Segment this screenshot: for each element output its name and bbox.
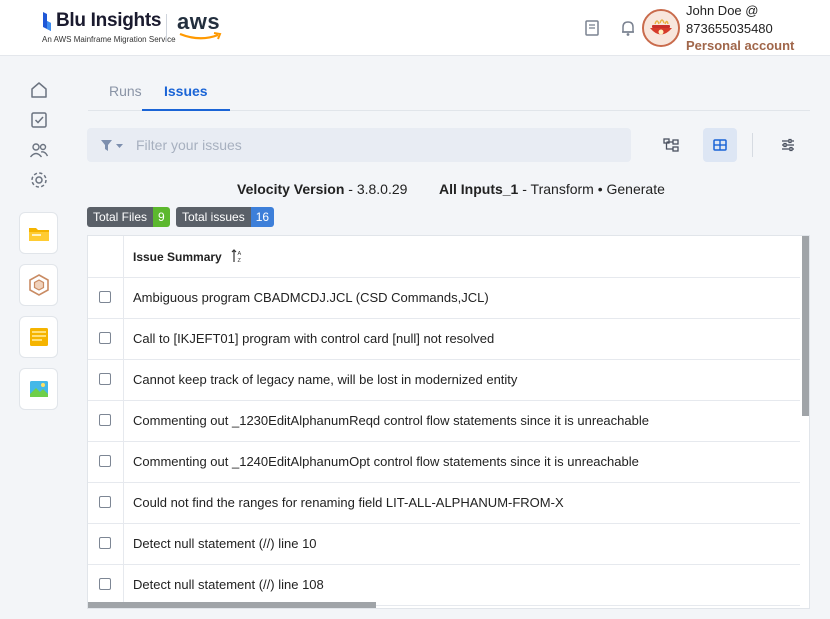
- velocity-value: - 3.8.0.29: [344, 181, 408, 197]
- transform-app-icon: [29, 274, 49, 296]
- row-checkbox[interactable]: [99, 332, 111, 344]
- horizontal-scrollbar[interactable]: [88, 602, 376, 608]
- table-row[interactable]: Ambiguous program CBADMCDJ.JCL (CSD Comm…: [88, 277, 800, 319]
- issues-table: Issue Summary A Z Ambiguous program CBAD…: [87, 235, 810, 609]
- table-view-button[interactable]: [703, 128, 737, 162]
- row-checkbox[interactable]: [99, 455, 111, 467]
- top-header: Blu Insights An AWS Mainframe Migration …: [0, 0, 830, 56]
- table-row[interactable]: Call to [IKJEFT01] program with control …: [88, 318, 800, 360]
- table-row[interactable]: Commenting out _1240EditAlphanumOpt cont…: [88, 441, 800, 483]
- home-icon[interactable]: [29, 80, 49, 100]
- table-row[interactable]: Detect null statement (//) line 10: [88, 523, 800, 565]
- image-app-icon: [30, 381, 48, 397]
- tab-runs[interactable]: Runs: [109, 83, 142, 109]
- notes-app-icon: [30, 328, 48, 346]
- filter-placeholder: Filter your issues: [136, 137, 242, 153]
- aws-smile-icon: [179, 32, 222, 40]
- account-type[interactable]: Personal account: [686, 38, 794, 53]
- folder-app-icon: [29, 228, 49, 241]
- brand-tagline: An AWS Mainframe Migration Service: [42, 35, 176, 44]
- total-issues-label: Total issues: [176, 207, 251, 227]
- checklist-icon[interactable]: [29, 110, 49, 130]
- inputs-label: All Inputs_1: [439, 181, 519, 197]
- column-settings-button[interactable]: [771, 128, 805, 162]
- total-files-count: 9: [153, 207, 170, 227]
- tab-issues[interactable]: Issues: [142, 83, 230, 111]
- app-tile-image[interactable]: [19, 368, 58, 410]
- total-files-label: Total Files: [87, 207, 154, 227]
- tree-view-button[interactable]: [654, 128, 688, 162]
- issue-summary: Call to [IKJEFT01] program with control …: [133, 331, 495, 346]
- bell-icon[interactable]: [619, 19, 637, 37]
- inputs-value: - Transform • Generate: [518, 181, 665, 197]
- table-view-icon: [713, 139, 727, 151]
- issue-summary-header[interactable]: Issue Summary: [133, 250, 222, 264]
- tab-bar: Runs Issues: [88, 79, 810, 111]
- row-checkbox[interactable]: [99, 496, 111, 508]
- svg-text:A: A: [238, 251, 242, 257]
- total-issues-count: 16: [250, 207, 275, 227]
- row-checkbox[interactable]: [99, 537, 111, 549]
- book-icon[interactable]: [583, 19, 601, 37]
- issue-summary: Detect null statement (//) line 108: [133, 577, 324, 592]
- table-row[interactable]: Cannot keep track of legacy name, will b…: [88, 359, 800, 401]
- issues-filter-input[interactable]: Filter your issues: [87, 128, 631, 162]
- vertical-scrollbar[interactable]: [802, 236, 809, 416]
- blu-logo-mark-icon: [43, 12, 51, 31]
- user-name: John Doe @: [686, 3, 759, 18]
- sort-icon[interactable]: A Z: [231, 249, 245, 263]
- table-row[interactable]: Commenting out _1230EditAlphanumReqd con…: [88, 400, 800, 442]
- issue-summary: Ambiguous program CBADMCDJ.JCL (CSD Comm…: [133, 290, 489, 305]
- row-checkbox[interactable]: [99, 291, 111, 303]
- row-checkbox[interactable]: [99, 373, 111, 385]
- logo-divider: [166, 14, 167, 42]
- users-icon[interactable]: [29, 140, 49, 160]
- inputs-info: All Inputs_1 - Transform • Generate: [439, 181, 665, 197]
- issue-summary: Cannot keep track of legacy name, will b…: [133, 372, 518, 387]
- velocity-version: Velocity Version - 3.8.0.29: [237, 181, 407, 197]
- svg-text:Z: Z: [238, 258, 242, 263]
- issue-summary: Commenting out _1240EditAlphanumOpt cont…: [133, 454, 639, 469]
- user-account-id: 873655035480: [686, 21, 773, 36]
- velocity-label: Velocity Version: [237, 181, 345, 197]
- table-row[interactable]: Could not find the ranges for renaming f…: [88, 482, 800, 524]
- toolbar-separator: [752, 133, 753, 157]
- app-tile-folder[interactable]: [19, 212, 58, 254]
- issue-summary: Detect null statement (//) line 10: [133, 536, 317, 551]
- app-tile-transform[interactable]: [19, 264, 58, 306]
- brand-name: Blu Insights: [56, 10, 162, 31]
- filter-icon[interactable]: [101, 140, 127, 152]
- gear-icon[interactable]: [29, 170, 49, 190]
- issue-summary: Could not find the ranges for renaming f…: [133, 495, 564, 510]
- sliders-icon: [782, 138, 794, 152]
- total-issues-badge: Total issues 16: [176, 207, 275, 227]
- app-tile-notes[interactable]: [19, 316, 58, 358]
- table-header-row: Issue Summary A Z: [88, 236, 800, 278]
- row-checkbox[interactable]: [99, 414, 111, 426]
- user-avatar[interactable]: [642, 9, 680, 47]
- row-checkbox[interactable]: [99, 578, 111, 590]
- issue-summary: Commenting out _1230EditAlphanumReqd con…: [133, 413, 649, 428]
- total-files-badge: Total Files 9: [87, 207, 170, 227]
- table-row[interactable]: Detect null statement (//) line 108: [88, 564, 800, 606]
- avatar-illustration-icon: [644, 11, 678, 45]
- tree-view-icon: [663, 138, 679, 152]
